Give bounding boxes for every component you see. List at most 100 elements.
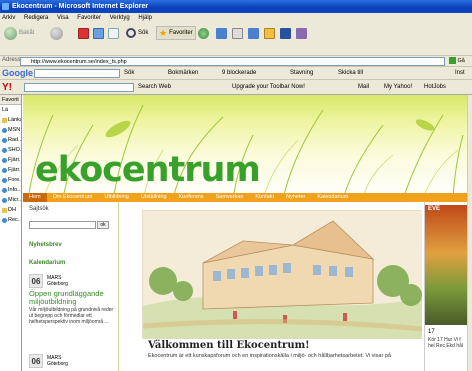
- site-search-ok-button[interactable]: ok: [97, 221, 109, 229]
- window-title: Ekocentrum - Microsoft Internet Explorer: [12, 3, 149, 10]
- print-icon: [232, 27, 243, 39]
- address-label: Adress: [2, 57, 21, 63]
- event-description: Vår miljöutbildning på grundnivå reder u…: [29, 307, 114, 325]
- fav-item-8[interactable]: Micr...: [0, 195, 21, 205]
- forward-arrow-icon: [50, 26, 63, 40]
- popup-blocker-button[interactable]: 9 blockerade: [222, 70, 256, 76]
- refresh-icon: [93, 27, 104, 39]
- back-arrow-icon: [4, 26, 17, 40]
- address-input[interactable]: http://www.ekocentrum.se/index_ts.php: [20, 57, 445, 66]
- event-title-link[interactable]: Öppen grundläggande miljöutbildning: [29, 290, 115, 306]
- fav-item-2[interactable]: Rad...: [0, 135, 21, 145]
- print-button[interactable]: [232, 26, 243, 40]
- google-settings-button[interactable]: Inst: [455, 70, 465, 76]
- page-icon: [2, 167, 7, 173]
- fav-label: Rec...: [8, 217, 21, 223]
- nav-nyheter[interactable]: Nyheter: [280, 193, 311, 202]
- home-button[interactable]: [108, 26, 119, 40]
- discuss-button[interactable]: [264, 26, 275, 40]
- menu-view[interactable]: Visa: [57, 15, 69, 21]
- favorites-pane: Favorit Lä Länkar MSN Rad... SHO... Fjär…: [0, 95, 22, 371]
- welcome-heading: Välkommen till Ekocentrum!: [148, 340, 310, 351]
- nav-konferens[interactable]: Konferens: [173, 193, 210, 202]
- hotjobs-button[interactable]: HotJobs: [424, 84, 446, 90]
- site-nav: Hem Om Ekocentrum Utbildning Utställning…: [23, 193, 467, 202]
- yahoo-search-button[interactable]: Search Web: [138, 84, 171, 90]
- forward-button[interactable]: [50, 26, 63, 40]
- nav-hem[interactable]: Hem: [23, 193, 47, 202]
- vertical-scrollbar[interactable]: [467, 95, 472, 371]
- nav-samverkan[interactable]: Samverkan: [210, 193, 250, 202]
- search-button[interactable]: Sök: [126, 26, 148, 40]
- research-button[interactable]: [296, 26, 307, 40]
- yahoo-mail-button[interactable]: Mail: [358, 84, 369, 90]
- event-date-badge: 06: [29, 354, 43, 368]
- favorites-add-button[interactable]: Lä: [0, 105, 21, 115]
- back-button[interactable]: Bakåt: [4, 26, 34, 40]
- edit-icon: [248, 27, 259, 39]
- event-date-badge: 06: [29, 274, 43, 288]
- address-url: http://www.ekocentrum.se/index_ts.php: [31, 59, 127, 65]
- edit-button[interactable]: [248, 26, 259, 40]
- history-button[interactable]: [198, 26, 209, 40]
- fav-item-10[interactable]: Rec...: [0, 215, 21, 225]
- google-search-button[interactable]: Sök: [124, 70, 134, 76]
- fav-item-7[interactable]: Info...: [0, 185, 21, 195]
- messenger-button[interactable]: [280, 26, 291, 40]
- spelling-button[interactable]: Stavning: [290, 70, 313, 76]
- stop-button[interactable]: [78, 26, 89, 40]
- menu-favorites[interactable]: Favoriter: [77, 15, 101, 21]
- fav-label: DH: [8, 207, 16, 213]
- nav-utstallning[interactable]: Utställning: [135, 193, 173, 202]
- favorites-pane-header: Favorit: [0, 95, 21, 105]
- site-sidebar: Sajtsök ok Nyhetsbrev Kalendarium 06 MAR…: [23, 202, 119, 371]
- folder-icon: [2, 117, 7, 123]
- go-button[interactable]: Gå till: [449, 57, 471, 73]
- ie-icon: [2, 3, 9, 10]
- event-place: Göteborg: [47, 281, 68, 287]
- fav-item-6[interactable]: Fore...: [0, 175, 21, 185]
- my-yahoo-button[interactable]: My Yahoo!: [384, 84, 412, 90]
- fav-label: Fjärr...: [8, 157, 21, 163]
- fav-item-5[interactable]: Fjärr...: [0, 165, 21, 175]
- page-icon: [2, 137, 7, 143]
- menu-tools[interactable]: Verktyg: [110, 15, 130, 21]
- favorites-pane-title: Favorit: [2, 97, 19, 103]
- mail-button[interactable]: [216, 26, 227, 40]
- favorites-label: Favoriter: [169, 30, 193, 36]
- nav-kalendarium[interactable]: Kalendarium: [311, 193, 354, 202]
- site-search-input[interactable]: [29, 221, 96, 229]
- messenger-icon: [280, 27, 291, 39]
- right-event-day: 17: [428, 329, 435, 335]
- fav-item-3[interactable]: SHO...: [0, 145, 21, 155]
- event-promo-image[interactable]: [425, 205, 467, 325]
- google-search-input[interactable]: [34, 69, 120, 78]
- favorites-add-label: Lä: [2, 107, 9, 113]
- yahoo-search-input[interactable]: [24, 83, 134, 92]
- menu-edit[interactable]: Redigera: [24, 15, 48, 21]
- page-icon: [2, 217, 7, 223]
- fav-item-0[interactable]: Länkar: [0, 115, 21, 125]
- nav-kontakt[interactable]: Kontakt: [249, 193, 280, 202]
- address-bar: Adress http://www.ekocentrum.se/index_ts…: [0, 56, 472, 73]
- nav-utbildning[interactable]: Utbildning: [98, 193, 134, 202]
- fav-label: SHO...: [8, 147, 21, 153]
- fav-item-1[interactable]: MSN: [0, 125, 21, 135]
- upgrade-toolbar-link[interactable]: Upgrade your Toolbar Now!: [232, 84, 305, 90]
- fav-item-9[interactable]: DH: [0, 205, 21, 215]
- right-event-text: Kör 17 Hur Vi f hel Rec Ekd hål: [428, 337, 464, 349]
- page-icon: [2, 147, 7, 153]
- refresh-button[interactable]: [93, 26, 104, 40]
- nav-om-ekocentrum[interactable]: Om Ekocentrum: [47, 193, 99, 202]
- fav-label: Micr...: [8, 197, 21, 203]
- newsletter-link[interactable]: Nyhetsbrev: [29, 242, 62, 248]
- site-logo[interactable]: ekocentrum: [35, 151, 261, 189]
- menu-help[interactable]: Hjälp: [138, 15, 152, 21]
- bookmarks-button[interactable]: Bokmärken: [168, 70, 198, 76]
- send-to-button[interactable]: Skicka till: [338, 70, 363, 76]
- yahoo-toolbar: Y! Search Web Upgrade your Toolbar Now! …: [0, 80, 472, 95]
- fav-item-4[interactable]: Fjärr...: [0, 155, 21, 165]
- menu-file[interactable]: Arkiv: [2, 15, 15, 21]
- title-bar: Ekocentrum - Microsoft Internet Explorer: [0, 0, 472, 13]
- favorites-button[interactable]: ★ Favoriter: [156, 26, 196, 40]
